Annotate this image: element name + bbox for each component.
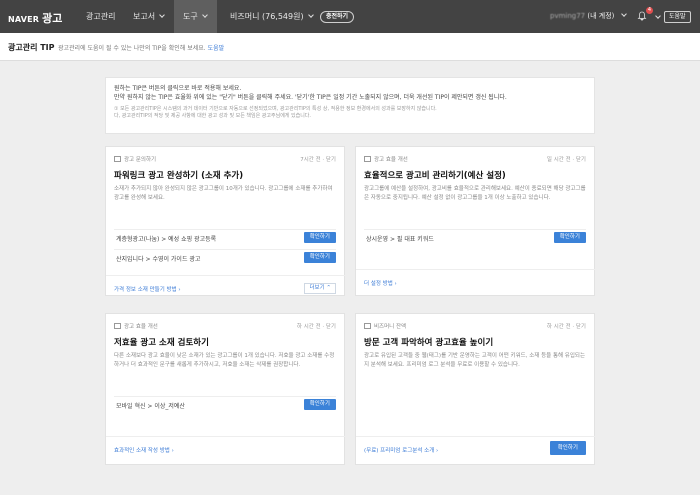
card-category: 광고 효율 개선 <box>114 322 158 330</box>
card-help-link-label: 가격 정보 소재 만들기 방법 <box>114 287 177 293</box>
logo-ad-text: 광고 <box>42 12 63 25</box>
card-help-link-label: 더 설정 방법 <box>364 281 393 287</box>
naver-ad-logo[interactable]: NAVER 광고 <box>8 10 62 26</box>
tip-card-powerlink-complete: 광고 문의하기 7시간 전 · 닫기 파워링크 광고 완성하기 (소재 추가) … <box>105 146 346 296</box>
bell-icon[interactable] <box>637 11 647 21</box>
chevron-down-icon[interactable] <box>655 13 661 19</box>
more-button-label: 더보기 <box>309 285 325 291</box>
card-help-link[interactable]: 효과적인 소재 작성 방법 › <box>114 446 174 454</box>
page-description: 광고관리에 도움이 될 수 있는 나만의 TIP을 확인해 보세요. 도움말 <box>58 43 224 52</box>
charge-button[interactable]: 충전하기 <box>320 11 355 23</box>
nav-tools-label: 도구 <box>183 12 198 21</box>
account-id: pvming77 <box>550 12 586 20</box>
category-icon <box>114 323 121 329</box>
card-title: 저효율 광고 소재 검토하기 <box>114 338 209 348</box>
bizmoney-label: 비즈머니 (76,549원) <box>230 12 304 21</box>
chevron-down-icon <box>307 12 314 18</box>
nav-ad-management-label: 광고관리 <box>86 12 116 21</box>
card-description: 광고로 유입된 고객들 중 웹(태그)를 기반 운영하는 고객이 어떤 키워드,… <box>364 353 586 368</box>
confirm-button[interactable]: 확인하기 <box>303 399 336 410</box>
card-category: 광고 효율 개선 <box>364 155 408 163</box>
notice-disclaimer-1: ① 모든 광고관리TIP은 시스템의 과거 데이터 기반으로 자동으로 선정되었… <box>114 106 437 112</box>
card-title: 파워링크 광고 완성하기 (소재 추가) <box>114 171 244 181</box>
card-meta-close[interactable]: 7시간 전 · 닫기 <box>300 155 336 163</box>
notice-line-2: 만약 원하지 않는 TIP은 효율화 위에 있는 "닫기" 버튼을 클릭해 주세… <box>114 94 507 101</box>
alarm-count-badge: 4 <box>646 7 653 14</box>
card-help-link[interactable]: 가격 정보 소재 만들기 방법 › <box>114 285 181 293</box>
list-item-label: 계층형광고(나눔) > 예성 쇼핑 광고등록 <box>116 236 217 243</box>
nav-ad-management[interactable]: 광고관리 <box>86 0 115 33</box>
help-link[interactable]: 도움말 <box>208 45 225 52</box>
notice-disclaimer-2: 다, 광고관리TIP의 적당 및 제공 사항에 대한 광고 성과 및 모든 책임… <box>114 113 311 119</box>
list-item-label: 상시운영 > 필 대표 키워드 <box>366 236 434 243</box>
list-item-label: 산지입니다 > 수영이 가이드 광고 <box>116 256 201 263</box>
card-meta-close[interactable]: 하 시간 전 · 닫기 <box>297 322 336 330</box>
confirm-button[interactable]: 확인하기 <box>549 441 586 455</box>
card-help-link-label: (무료) 프리미엄 로그분석 소개 <box>364 448 435 454</box>
tip-card-visitor-analysis: 비즈머니 잔액 하 시간 전 · 닫기 방문 고객 파악하여 광고효율 높이기 … <box>355 313 596 465</box>
tip-card-low-efficiency: 광고 효율 개선 하 시간 전 · 닫기 저효율 광고 소재 검토하기 다른 소… <box>105 313 346 465</box>
card-title: 방문 고객 파악하여 광고효율 높이기 <box>364 338 494 348</box>
page-description-text: 광고관리에 도움이 될 수 있는 나만의 TIP을 확인해 보세요. <box>58 45 206 52</box>
card-category-label: 광고 효율 개선 <box>124 324 158 330</box>
card-help-link[interactable]: (무료) 프리미엄 로그분석 소개 › <box>364 446 438 454</box>
confirm-button[interactable]: 확인하기 <box>303 252 336 263</box>
help-button[interactable]: 도움말 <box>664 11 691 23</box>
nav-tools-menu[interactable]: 도구 <box>174 0 217 33</box>
page-title: 광고관리 TIP <box>8 43 55 52</box>
more-button[interactable]: 더보기 ⌃ <box>304 283 336 294</box>
nav-report-label: 보고서 <box>133 12 156 21</box>
list-item-label: 모바일 혁신 > 이상_저예산 <box>116 403 185 410</box>
card-divider <box>106 275 346 276</box>
logo-naver-text: NAVER <box>8 15 40 24</box>
category-icon <box>364 323 371 329</box>
card-help-link-label: 효과적인 소재 작성 방법 <box>114 448 170 454</box>
list-item: 모바일 혁신 > 이상_저예산 확인하기 <box>114 396 336 411</box>
notice-line-1: 원하는 TIP은 버튼의 클릭으로 바로 적용해 보세요. <box>114 85 242 92</box>
category-icon <box>364 156 371 162</box>
list-item: 계층형광고(나눔) > 예성 쇼핑 광고등록 확인하기 <box>114 229 336 244</box>
card-title: 효율적으로 광고비 관리하기(예산 설정) <box>364 171 506 181</box>
card-meta-close[interactable]: 일 시간 전 · 닫기 <box>547 155 586 163</box>
list-item: 산지입니다 > 수영이 가이드 광고 확인하기 <box>114 249 336 264</box>
card-description: 소재가 추가되지 않아 완성되지 않은 광고그룹이 10개가 있습니다. 광고그… <box>114 186 333 201</box>
bizmoney-menu[interactable]: 비즈머니 (76,549원) <box>230 0 314 33</box>
card-help-link[interactable]: 더 설정 방법 › <box>364 279 397 287</box>
chevron-down-icon <box>159 12 165 18</box>
card-divider <box>356 436 596 437</box>
page-subheader: 광고관리 TIP 광고관리에 도움이 될 수 있는 나만의 TIP을 확인해 보… <box>0 33 700 61</box>
confirm-button[interactable]: 확인하기 <box>553 232 586 243</box>
list-item: 상시운영 > 필 대표 키워드 확인하기 <box>364 229 586 244</box>
card-category-label: 광고 문의하기 <box>124 157 157 163</box>
card-category-label: 광고 효율 개선 <box>374 157 408 163</box>
account-menu[interactable]: pvming77 (내 계정) <box>550 0 627 33</box>
tip-notice-box: 원하는 TIP은 버튼의 클릭으로 바로 적용해 보세요. 만약 원하지 않는 … <box>105 77 595 134</box>
nav-report-menu[interactable]: 보고서 <box>133 0 165 33</box>
card-divider <box>356 269 596 270</box>
account-suffix: (내 계정) <box>587 12 615 20</box>
card-divider <box>106 436 346 437</box>
tip-card-budget-setting: 광고 효율 개선 일 시간 전 · 닫기 효율적으로 광고비 관리하기(예산 설… <box>355 146 596 296</box>
chevron-down-icon <box>620 11 627 17</box>
confirm-button[interactable]: 확인하기 <box>303 232 336 243</box>
card-description: 다른 소재보다 광고 효율이 낮은 소재가 있는 광고그룹이 1개 있습니다. … <box>114 353 335 368</box>
chevron-down-icon <box>201 12 208 18</box>
category-icon <box>114 156 121 162</box>
top-navigation: NAVER 광고 광고관리 보고서 도구 비즈머니 (76,549원) 충전하기 … <box>0 0 700 33</box>
card-description: 광고그룹에 예산을 설정하여, 광고비를 효율적으로 관리해보세요. 예산이 종… <box>364 186 586 201</box>
card-meta-close[interactable]: 하 시간 전 · 닫기 <box>547 322 586 330</box>
card-category-label: 비즈머니 잔액 <box>374 324 407 330</box>
card-category: 비즈머니 잔액 <box>364 322 406 330</box>
card-category: 광고 문의하기 <box>114 155 156 163</box>
